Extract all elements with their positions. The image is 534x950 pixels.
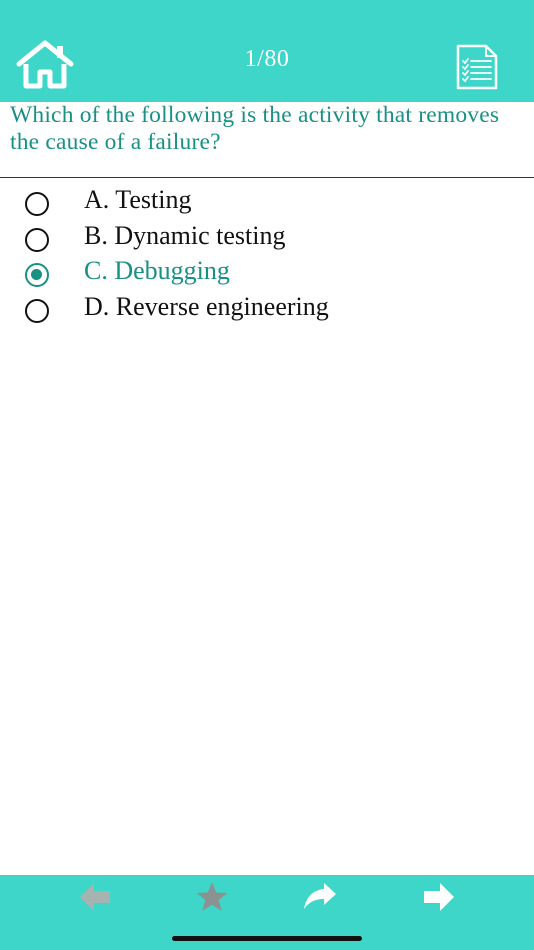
answer-options: A. Testing B. Dynamic testing C. Debuggi… (0, 183, 534, 325)
previous-button[interactable] (76, 879, 116, 915)
arrow-right-icon (424, 883, 454, 911)
favorite-button[interactable] (192, 879, 232, 915)
radio-dot (31, 269, 42, 280)
question-text: Which of the following is the activity t… (10, 102, 500, 155)
top-bar: 1/80 (0, 0, 534, 102)
option-label: C. Debugging (84, 256, 230, 285)
radio-button[interactable] (25, 192, 49, 216)
option-label: D. Reverse engineering (84, 291, 329, 321)
arrow-left-icon (80, 883, 110, 911)
question-counter: 1/80 (244, 46, 290, 72)
checklist-icon (456, 44, 498, 90)
option-b[interactable]: B. Dynamic testing (0, 219, 534, 255)
radio-button[interactable] (25, 227, 49, 252)
home-indicator[interactable] (172, 936, 362, 941)
option-label: A. Testing (84, 185, 192, 214)
option-a[interactable]: A. Testing (0, 183, 534, 219)
option-d[interactable]: D. Reverse engineering (0, 290, 534, 326)
radio-button[interactable] (25, 298, 49, 323)
option-label: B. Dynamic testing (84, 220, 286, 250)
star-icon (196, 882, 228, 911)
share-button[interactable] (300, 879, 340, 915)
radio-button-selected[interactable] (25, 263, 49, 287)
option-c[interactable]: C. Debugging (0, 254, 534, 290)
divider (0, 177, 534, 178)
share-icon (304, 883, 336, 909)
question-list-button[interactable] (455, 44, 499, 90)
next-button[interactable] (418, 879, 458, 915)
